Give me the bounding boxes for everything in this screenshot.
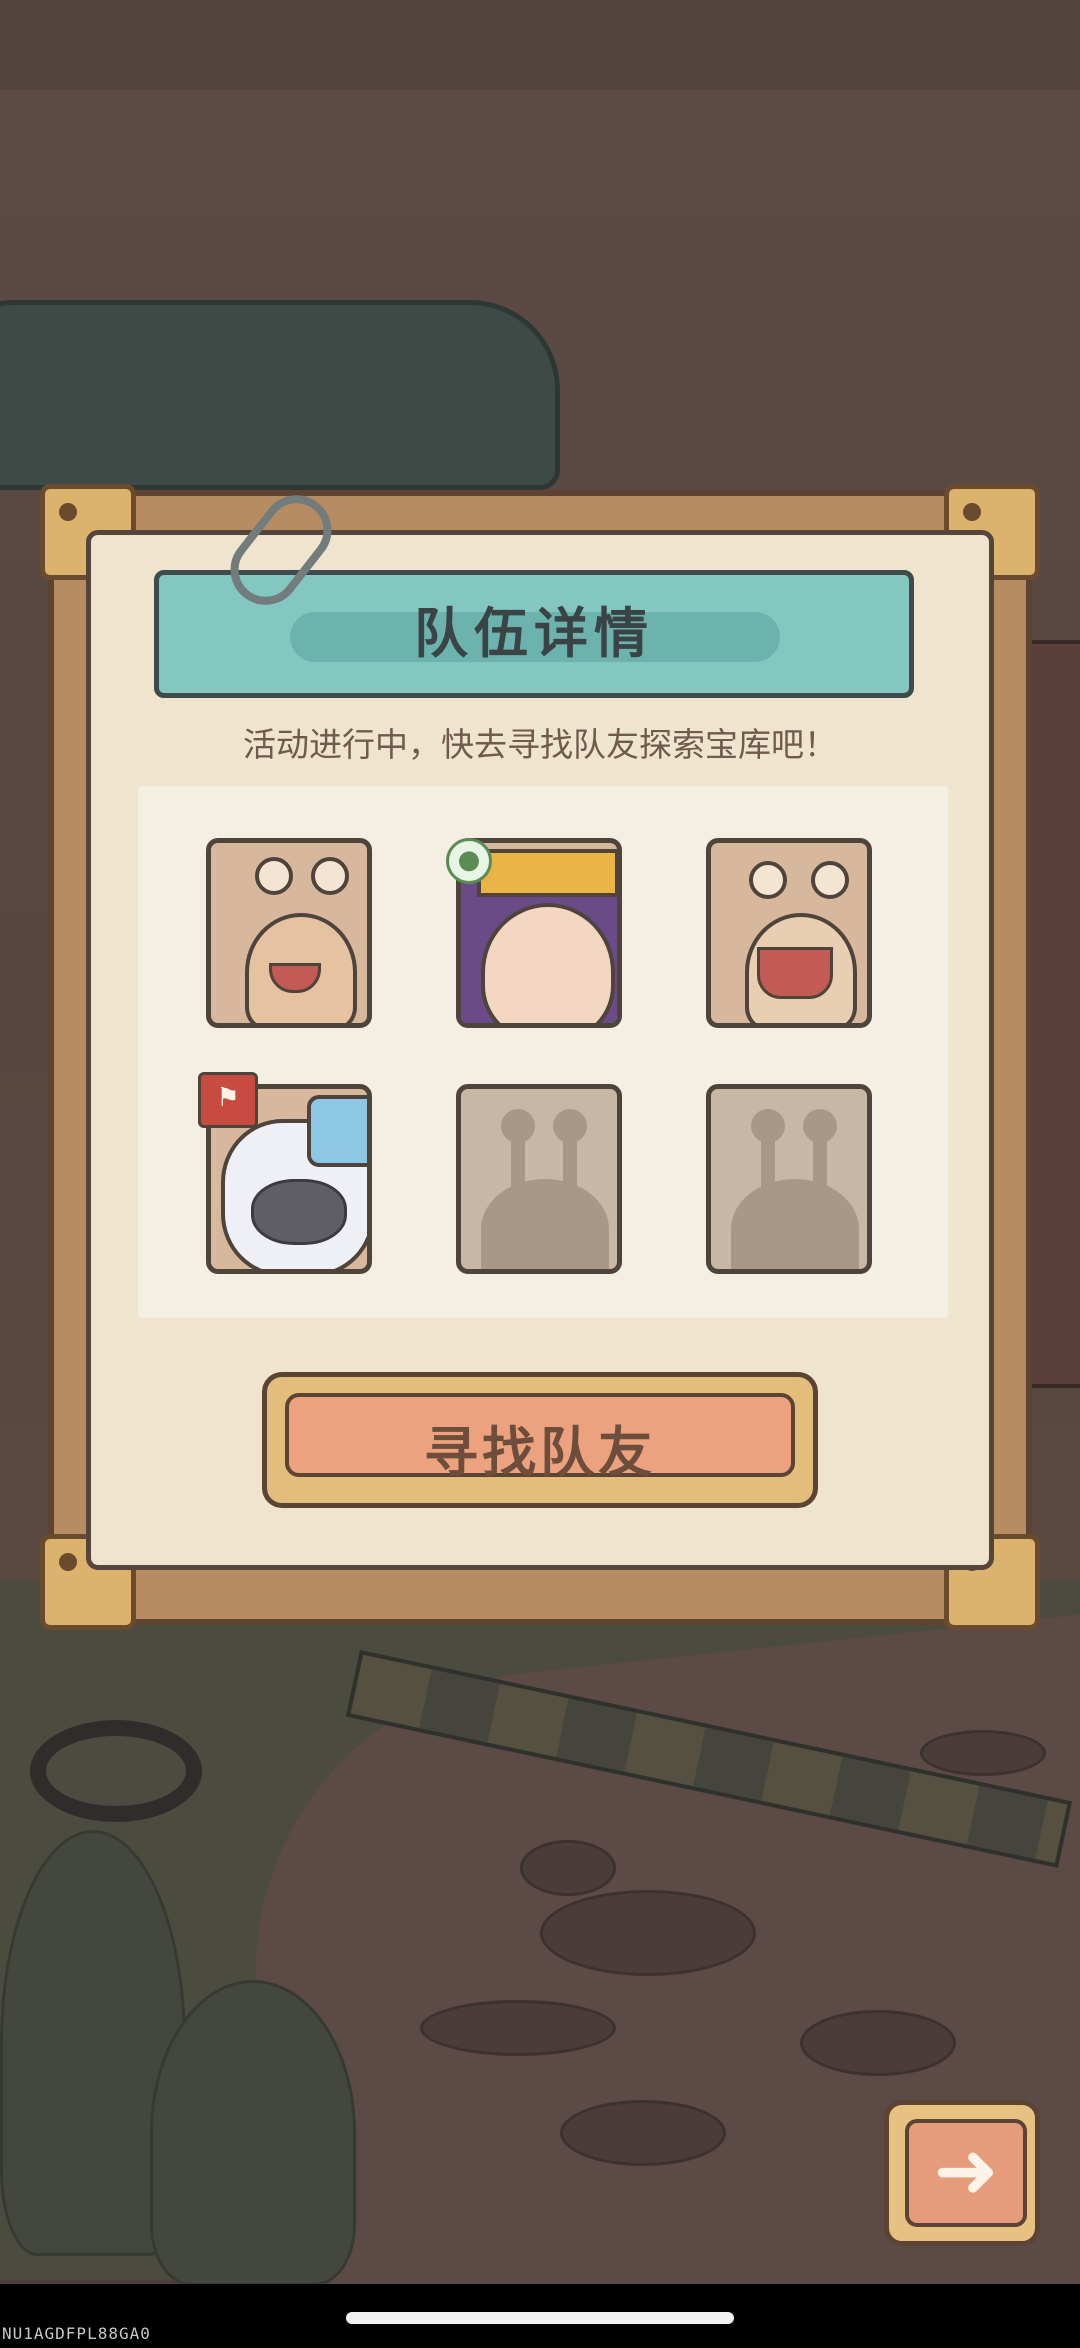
placeholder-silhouette <box>481 1179 609 1269</box>
placeholder-silhouette <box>501 1109 535 1143</box>
device-watermark: NU1AGDFPL88GA0 <box>2 2324 151 2343</box>
team-slot-3[interactable] <box>706 838 872 1028</box>
stepping-stone <box>800 2010 956 2076</box>
stepping-stone <box>540 1890 756 1976</box>
find-teammate-button-face: 寻找队友 <box>285 1393 795 1484</box>
friend-icon: ● <box>446 838 492 884</box>
snail-eye <box>811 861 849 899</box>
placeholder-silhouette <box>751 1109 785 1143</box>
placeholder-silhouette <box>553 1109 587 1143</box>
placeholder-silhouette <box>803 1109 837 1143</box>
home-indicator[interactable] <box>346 2312 734 2324</box>
top-strip <box>0 0 1080 90</box>
tire <box>30 1720 202 1822</box>
yeti-face <box>251 1179 347 1245</box>
placeholder-silhouette <box>731 1179 859 1269</box>
princess-avatar <box>481 903 615 1023</box>
team-slot-6-empty[interactable] <box>706 1084 872 1274</box>
stepping-stone <box>920 1730 1046 1776</box>
pipe-machine <box>0 300 560 490</box>
dialog-subtitle: 活动进行中，快去寻找队友探索宝库吧！ <box>243 725 837 764</box>
stepping-stone <box>420 2000 616 2056</box>
right-arrow-icon: ➜ <box>905 2119 1027 2227</box>
snail-eye <box>255 857 293 895</box>
yeti-horn <box>307 1095 367 1167</box>
snail-eye <box>311 857 349 895</box>
find-teammate-button[interactable]: 寻找队友 <box>262 1372 818 1508</box>
team-slot-5-empty[interactable] <box>456 1084 622 1274</box>
next-button[interactable]: ➜ <box>884 2100 1040 2246</box>
bush <box>150 1980 356 2286</box>
find-teammate-label: 寻找队友 <box>424 1421 656 1484</box>
stepping-stone <box>520 1840 616 1896</box>
leader-flag-icon: ⚑ <box>198 1072 258 1128</box>
crown-icon <box>477 849 617 897</box>
snail-mouth <box>757 947 833 999</box>
team-slot-1[interactable] <box>206 838 372 1028</box>
stepping-stone <box>560 2100 726 2166</box>
snail-eye <box>749 861 787 899</box>
